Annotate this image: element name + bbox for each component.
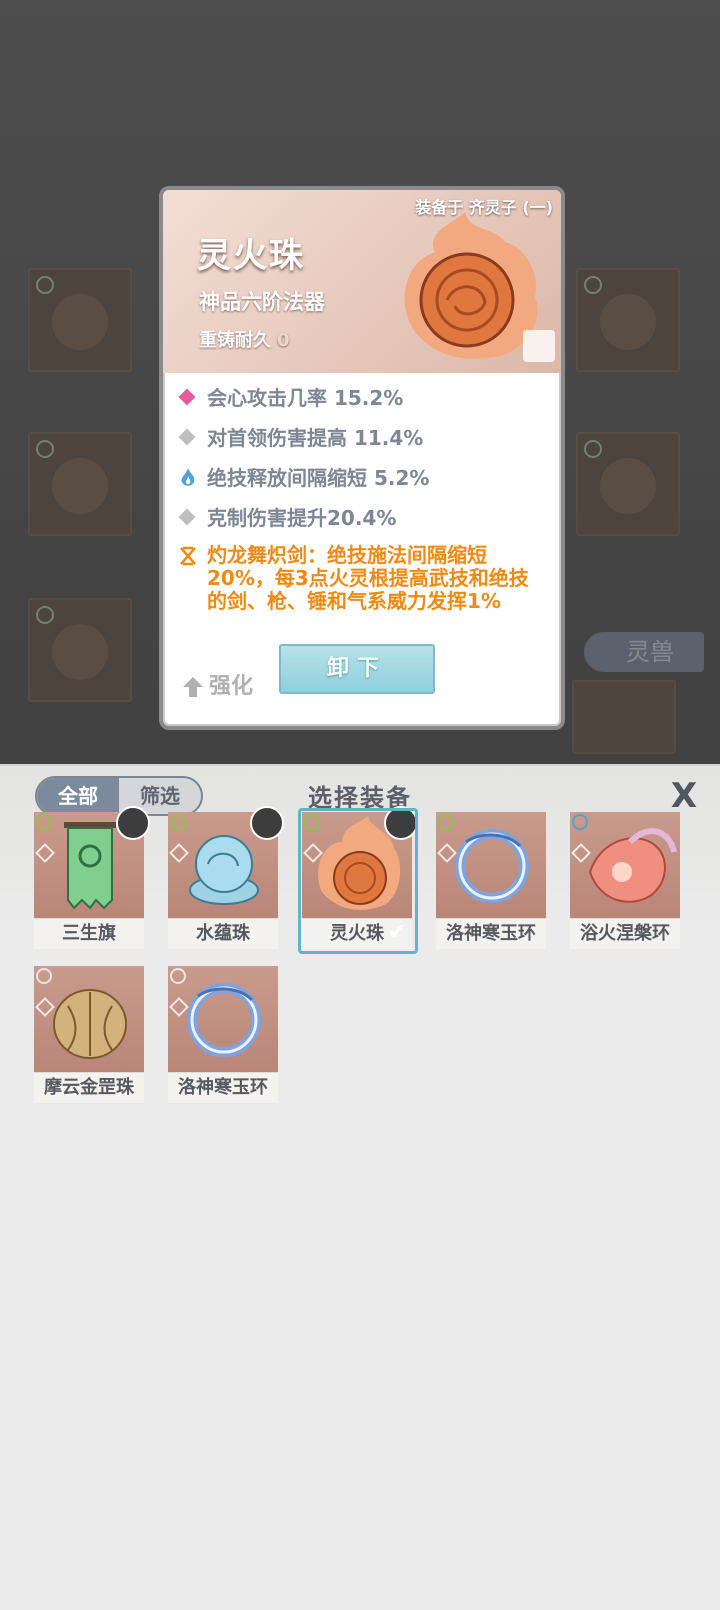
avatar	[250, 806, 284, 840]
phoenix-ring-icon	[588, 828, 677, 903]
unequip-button[interactable]: 卸下	[279, 644, 435, 694]
jade-ring-icon	[455, 829, 529, 903]
stat-text: 绝技释放间隔缩短 5.2%	[207, 466, 430, 490]
stat-text: 对首领伤害提高 11.4%	[207, 426, 424, 450]
special-skill-text: 灼龙舞炽剑：绝技施法间隔缩短20%，每3点火灵根提高武技和绝技的剑、枪、锤和气系…	[207, 543, 529, 613]
item-label: 洛神寒玉环	[436, 918, 546, 949]
item-label: 水蕴珠	[168, 918, 278, 949]
stat-row: 对首领伤害提高 11.4%	[177, 422, 547, 462]
rarity-badge	[170, 968, 186, 984]
info-icon[interactable]	[523, 330, 555, 362]
blue-flame-icon	[181, 468, 195, 486]
item-thumbnail	[34, 966, 144, 1072]
item-label: 浴火涅槃环	[570, 918, 680, 949]
pink-diamond-icon	[178, 388, 196, 406]
special-skill: 灼龙舞炽剑：绝技施法间隔缩短20%，每3点火灵根提高武技和绝技的剑、枪、锤和气系…	[177, 544, 547, 613]
durability: 重铸耐久 0	[199, 326, 290, 352]
equipment-item-selected[interactable]: 灵火珠 ✔	[298, 806, 418, 954]
rarity-badge	[572, 814, 588, 830]
close-button[interactable]: X	[668, 779, 700, 814]
equipment-select-panel: 全部 筛选 选择装备 X 三生旗 水蕴珠 灵火珠 ✔ 洛神寒玉环 浴火涅槃环 摩…	[0, 764, 720, 1610]
item-label: 洛神寒玉环	[168, 1072, 278, 1103]
fire-orb-icon	[404, 212, 538, 359]
rarity-badge	[36, 968, 52, 984]
item-thumbnail	[168, 966, 278, 1072]
skill-rune-icon	[180, 546, 196, 566]
equipment-item[interactable]: 浴火涅槃环	[570, 812, 680, 949]
gray-diamond-icon	[178, 508, 196, 526]
item-thumbnail	[168, 806, 284, 918]
item-grade: 神品六阶法器	[199, 290, 325, 314]
stat-row: 克制伤害提升20.4%	[177, 502, 547, 542]
upgrade-label: 强化	[209, 674, 254, 699]
rarity-badge	[438, 814, 454, 830]
arrow-up-icon	[183, 677, 203, 697]
durability-label: 重铸耐久	[199, 330, 271, 351]
stat-text: 克制伤害提升20.4%	[207, 506, 397, 530]
jade-ring-icon	[187, 983, 261, 1057]
upgrade-button[interactable]: 强化	[183, 668, 253, 700]
item-thumbnail	[570, 812, 680, 918]
item-thumbnail	[436, 812, 546, 918]
checkmark-icon: ✔	[387, 920, 407, 945]
item-name: 灵火珠	[197, 236, 305, 276]
gray-diamond-icon	[178, 428, 196, 446]
equipment-item[interactable]: 洛神寒玉环	[436, 812, 546, 949]
item-header: 装备于 齐灵子 (一) 灵火珠 神品六阶法器 重铸耐久 0	[163, 190, 561, 373]
rarity-badge	[170, 814, 186, 830]
stat-row: 绝技释放间隔缩短 5.2%	[177, 462, 547, 502]
gold-orb-icon	[53, 989, 127, 1059]
equipment-item[interactable]: 摩云金罡珠	[34, 966, 144, 1103]
avatar	[116, 806, 150, 840]
durability-value: 0	[277, 330, 290, 351]
equipment-item[interactable]: 三生旗	[34, 806, 150, 949]
stats-list: 会心攻击几率 15.2% 对首领伤害提高 11.4% 绝技释放间隔缩短 5.2%…	[177, 382, 547, 613]
stat-row: 会心攻击几率 15.2%	[177, 382, 547, 422]
item-detail-card: 装备于 齐灵子 (一) 灵火珠 神品六阶法器 重铸耐久 0 会心攻击几率 15.2…	[159, 186, 565, 730]
stat-text: 会心攻击几率 15.2%	[207, 386, 404, 410]
equipment-item[interactable]: 水蕴珠	[168, 806, 284, 949]
rarity-badge	[36, 814, 52, 830]
item-thumbnail	[34, 806, 150, 918]
item-label: 摩云金罡珠	[34, 1072, 144, 1103]
item-label: 三生旗	[34, 918, 144, 949]
equipment-item[interactable]: 洛神寒玉环	[168, 966, 278, 1103]
